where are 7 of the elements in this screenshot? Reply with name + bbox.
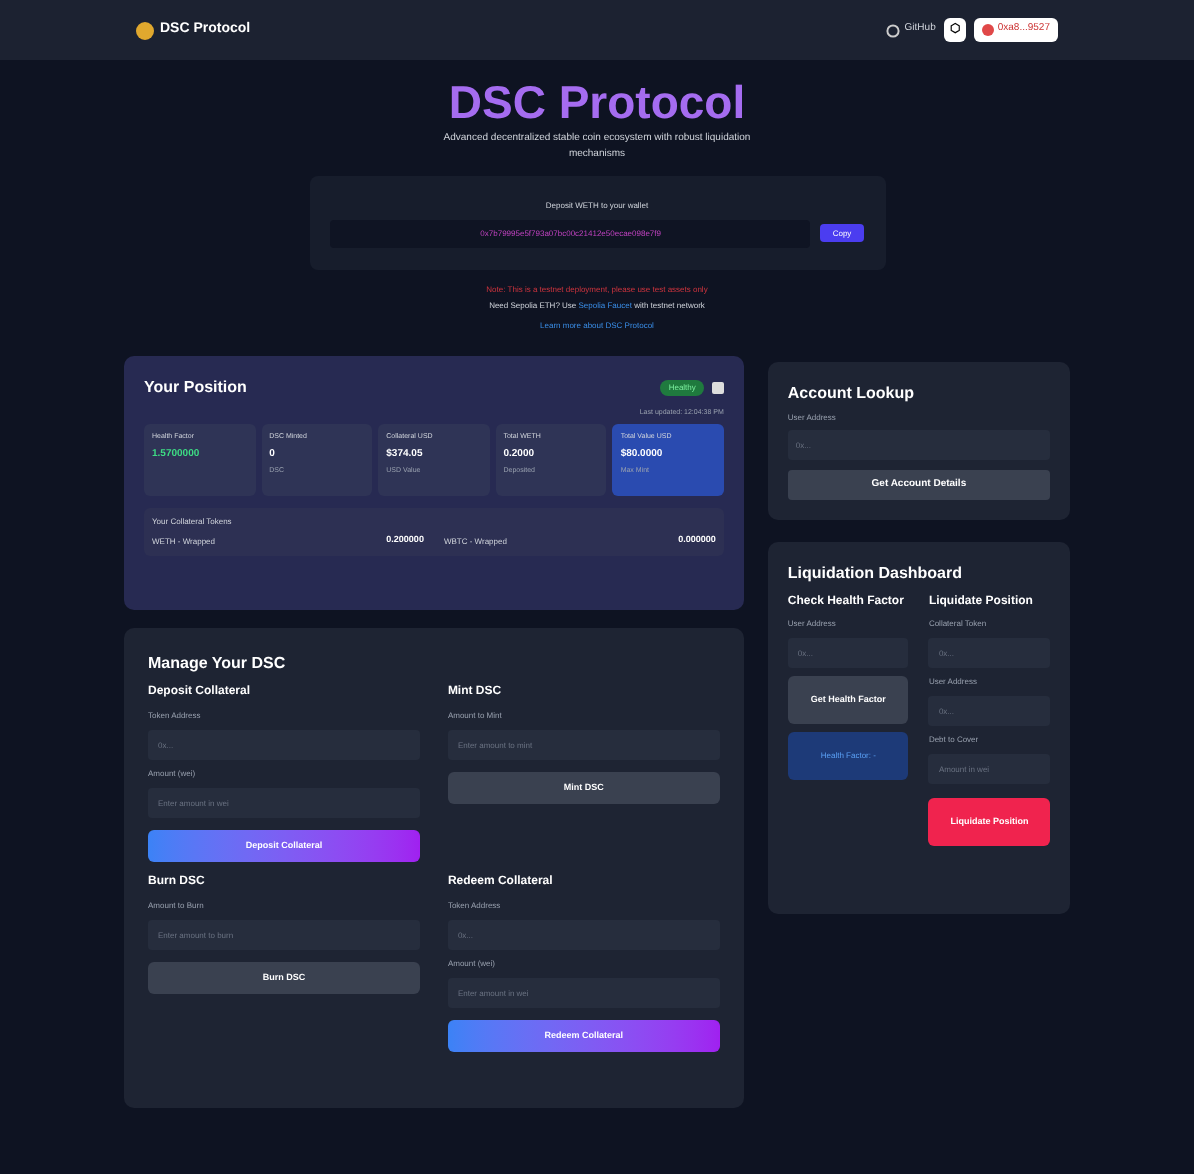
coin-logo-icon <box>136 21 154 39</box>
card-title: Manage Your DSC <box>148 652 288 676</box>
avatar-icon <box>981 24 994 36</box>
hero-title: DSC Protocol <box>448 76 746 128</box>
card-title: Liquidation Dashboard <box>787 562 964 586</box>
card-title: Your Position <box>144 376 247 400</box>
card-title: Account Lookup <box>787 382 916 406</box>
